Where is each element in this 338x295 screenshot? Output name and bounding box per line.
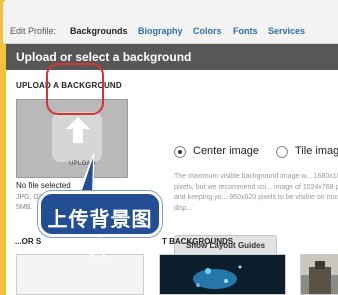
background-thumbnail[interactable]	[159, 254, 286, 295]
center-image-label[interactable]: Center image	[193, 145, 259, 157]
profile-tab-bar: Edit Profile: Backgrounds Biography Colo…	[3, 0, 338, 44]
thumbnail-image	[193, 265, 242, 289]
thumbnail-image	[301, 255, 338, 294]
background-thumbnail[interactable]	[300, 254, 338, 295]
tab-fonts[interactable]: Fonts	[233, 26, 258, 36]
upload-arrow-icon	[66, 117, 90, 143]
highlight-ring	[46, 63, 104, 115]
tab-backgrounds[interactable]: Backgrounds	[70, 26, 128, 36]
no-file-selected-text: No file selected	[16, 181, 71, 190]
center-image-radio[interactable]	[174, 146, 186, 158]
tab-colors[interactable]: Colors	[193, 26, 222, 36]
tile-image-radio[interactable]	[276, 146, 288, 158]
section2-right-label: T BACKGROUNDS	[162, 237, 234, 246]
annotation-callout: 上传背景图片	[38, 191, 162, 260]
edit-profile-label: Edit Profile:	[10, 26, 57, 36]
modal-title: Upload or select a background	[16, 50, 192, 64]
tab-services[interactable]: Services	[268, 26, 305, 36]
tab-biography[interactable]: Biography	[138, 26, 183, 36]
callout-text: 上传背景图片	[47, 209, 153, 260]
size-description: The maximum visible background image w..…	[174, 173, 338, 212]
tile-image-label[interactable]: Tile image	[295, 145, 338, 157]
section2-left-label: ...OR S	[15, 237, 42, 246]
